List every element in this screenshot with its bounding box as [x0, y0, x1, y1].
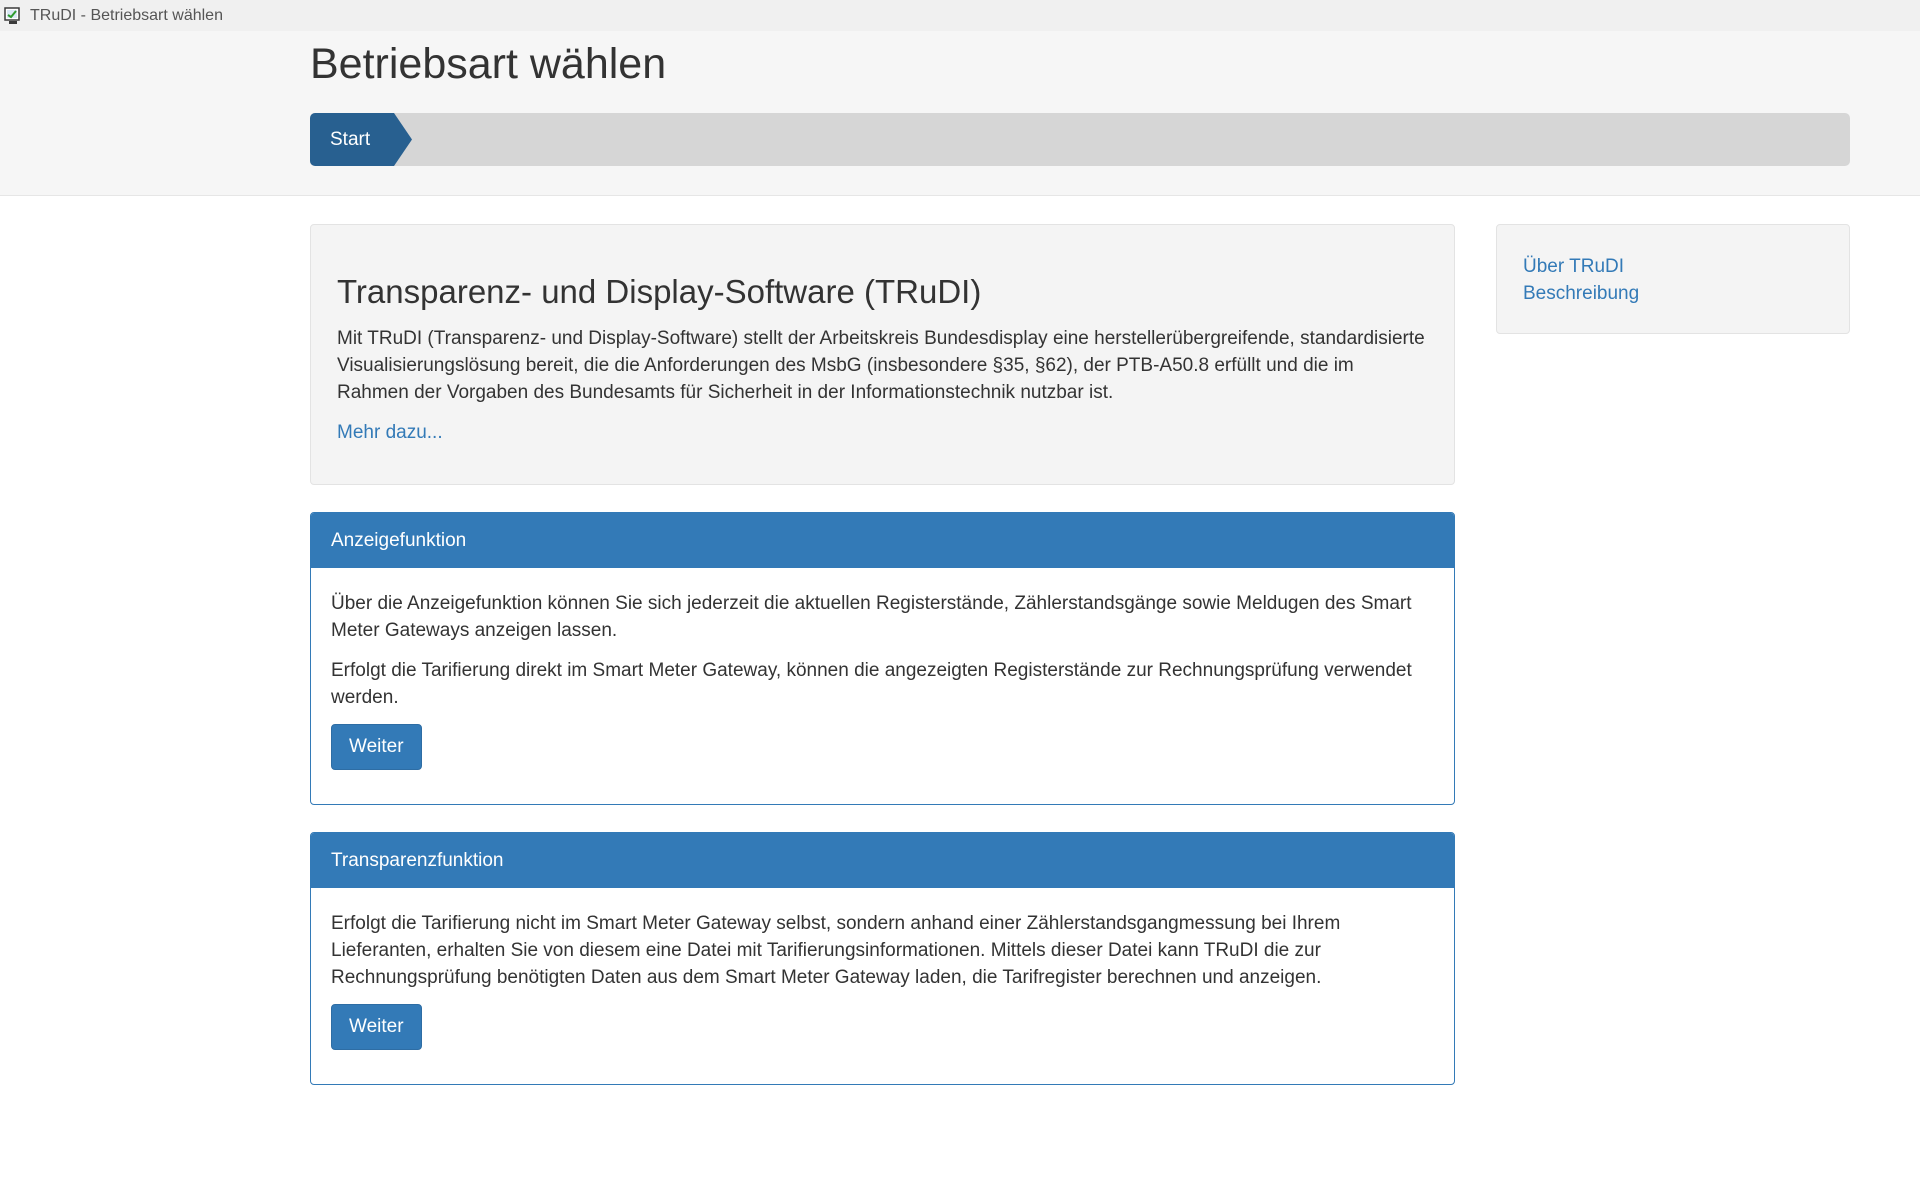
sidebar: Über TRuDI Beschreibung: [1496, 224, 1850, 334]
progress-step-label: Start: [330, 128, 371, 150]
panel-anzeigefunktion: Anzeigefunktion Über die Anzeigefunktion…: [310, 512, 1455, 805]
intro-title: Transparenz- und Display-Software (TRuDI…: [337, 273, 982, 310]
main-content: Transparenz- und Display-Software (TRuDI…: [310, 224, 1455, 1112]
panel-text: Erfolgt die Tarifierung direkt im Smart …: [331, 660, 1412, 708]
panel-body: Erfolgt die Tarifierung nicht im Smart M…: [311, 888, 1454, 1084]
sidebar-link-ueber-trudi[interactable]: Über TRuDI: [1523, 253, 1823, 280]
window-title: TRuDI - Betriebsart wählen: [30, 6, 223, 24]
sidebar-link-beschreibung[interactable]: Beschreibung: [1523, 280, 1823, 307]
panel-heading: Anzeigefunktion: [311, 513, 1454, 568]
intro-text: Mit TRuDI (Transparenz- und Display-Soft…: [337, 328, 1425, 403]
weiter-button-transparenzfunktion[interactable]: Weiter: [331, 1004, 422, 1050]
more-link[interactable]: Mehr dazu...: [337, 422, 443, 443]
panel-body: Über die Anzeigefunktion können Sie sich…: [311, 568, 1454, 804]
panel-heading: Transparenzfunktion: [311, 833, 1454, 888]
weiter-button-anzeigefunktion[interactable]: Weiter: [331, 724, 422, 770]
panel-text: Über die Anzeigefunktion können Sie sich…: [331, 593, 1412, 641]
intro-box: Transparenz- und Display-Software (TRuDI…: [310, 224, 1455, 485]
trudi-app-icon: [4, 6, 20, 24]
progress-bar: Start: [310, 113, 1850, 166]
page-title: Betriebsart wählen: [310, 40, 667, 88]
window-titlebar: TRuDI - Betriebsart wählen: [0, 0, 1920, 31]
panel-transparenzfunktion: Transparenzfunktion Erfolgt die Tarifier…: [310, 832, 1455, 1085]
page-header: Betriebsart wählen Start: [0, 31, 1920, 196]
panel-text: Erfolgt die Tarifierung nicht im Smart M…: [331, 913, 1341, 988]
progress-step-start: Start: [310, 113, 412, 166]
